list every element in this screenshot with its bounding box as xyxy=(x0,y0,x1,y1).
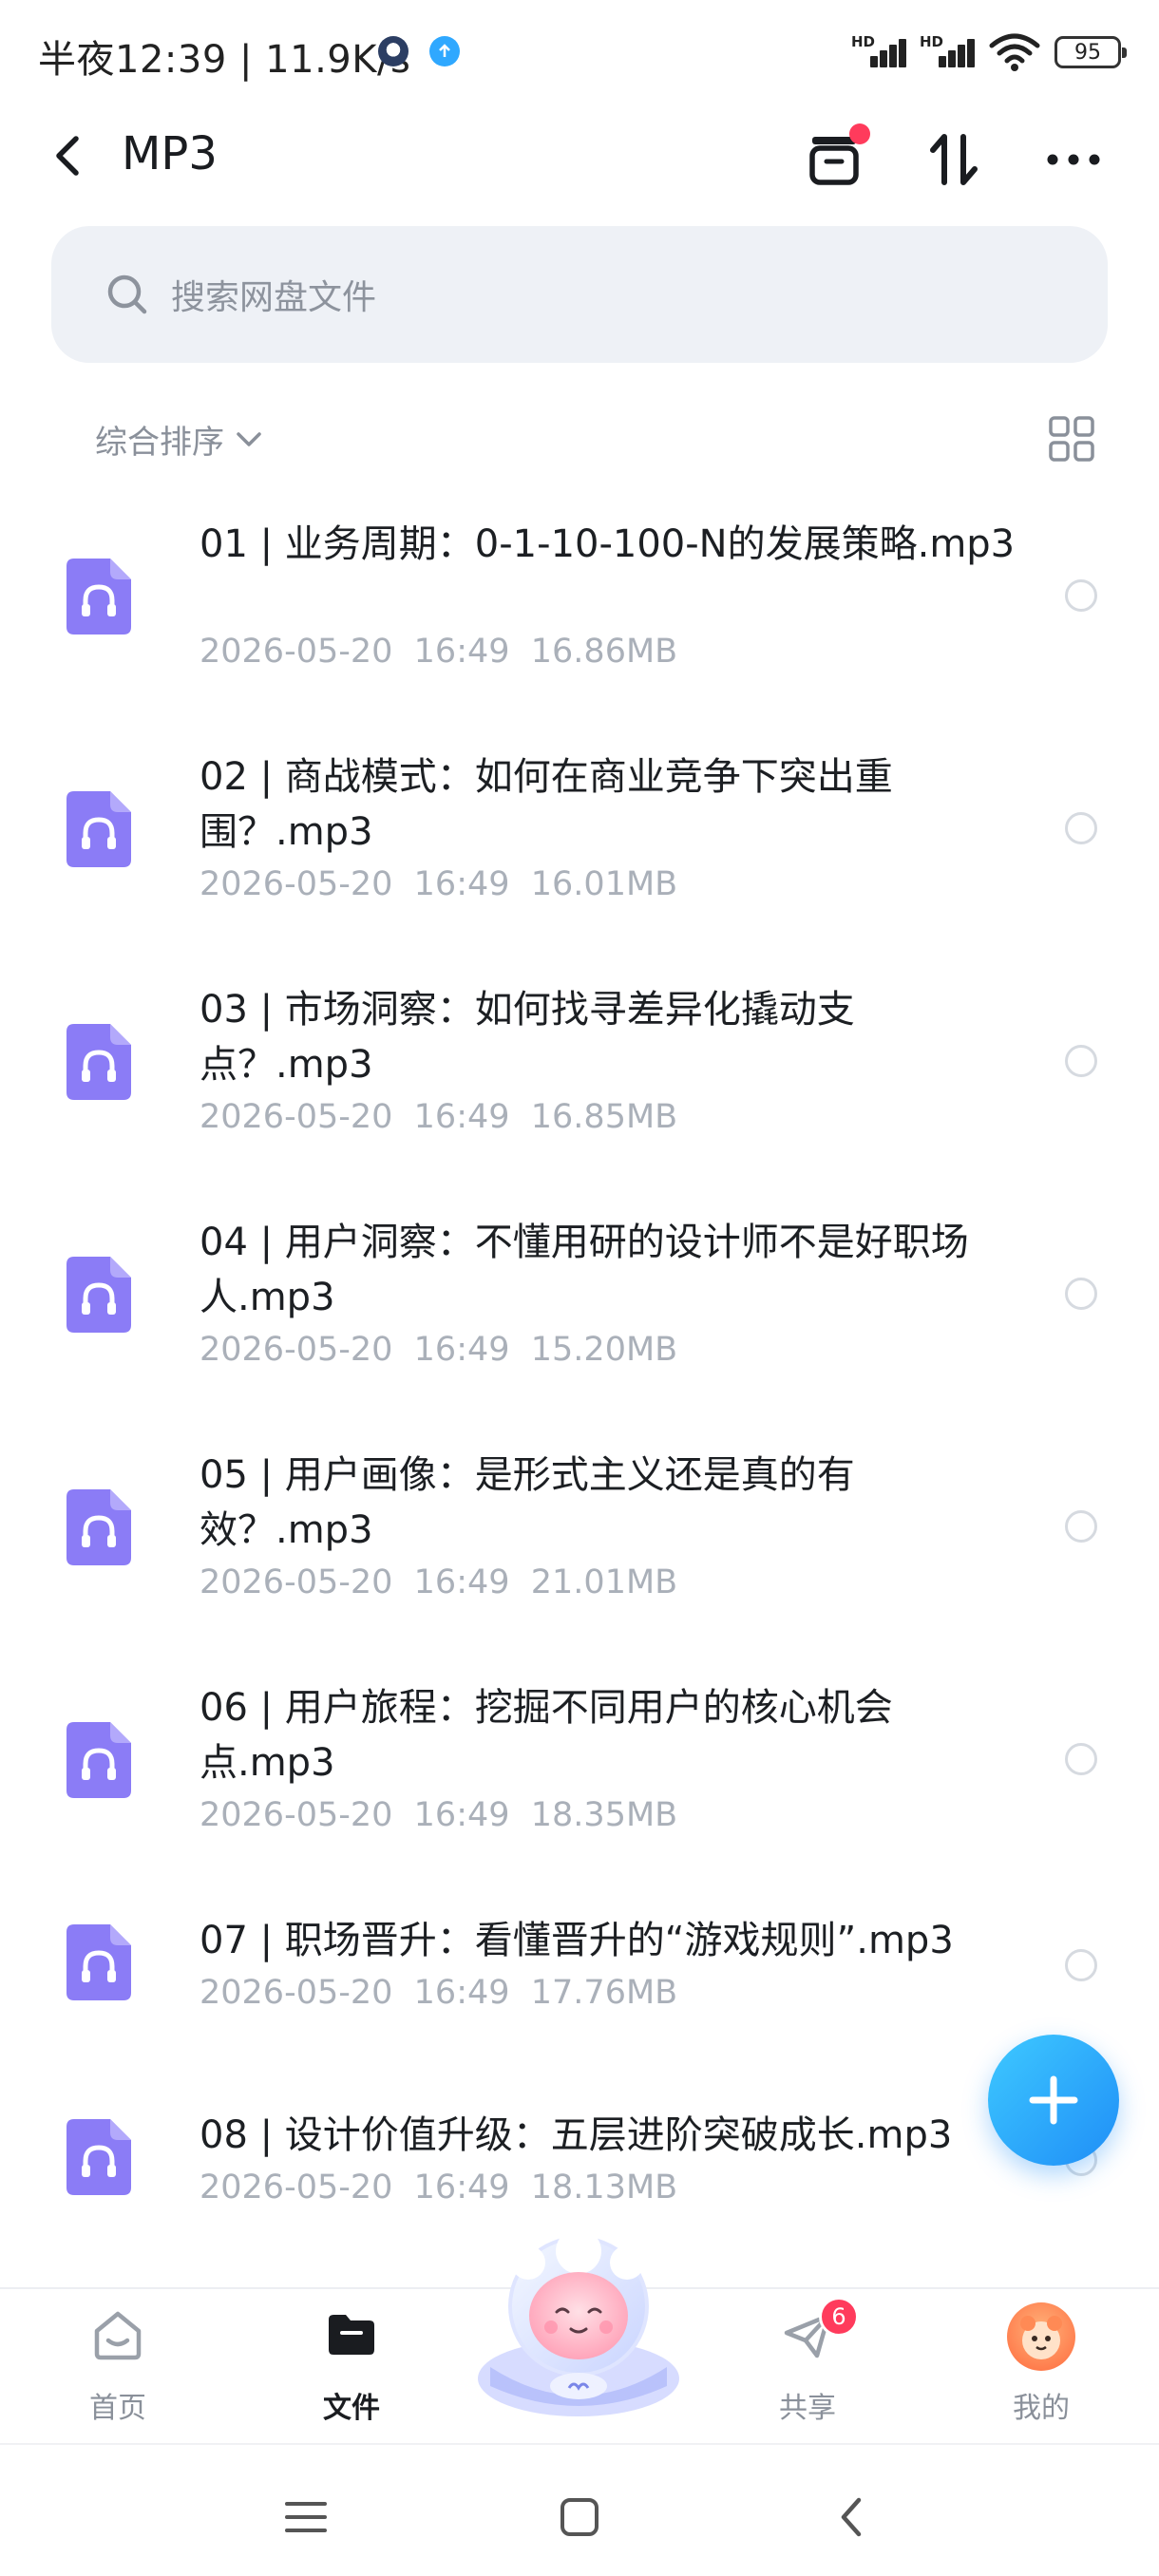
grid-view-button[interactable] xyxy=(1047,414,1096,464)
file-meta: 2026-05-20 16:49 18.13MB xyxy=(200,2169,678,2207)
system-back-button[interactable] xyxy=(813,2479,889,2555)
more-dots-icon xyxy=(1047,154,1100,165)
file-select-checkbox[interactable] xyxy=(1065,1949,1097,1981)
search-icon xyxy=(107,275,147,314)
file-name: 07 | 职场晋升：看懂晋升的“游戏规则”.mp3 xyxy=(200,1919,954,1962)
nav-share-label: 共享 xyxy=(779,2392,836,2425)
system-home-button[interactable] xyxy=(542,2479,618,2555)
file-select-checkbox[interactable] xyxy=(1065,812,1097,844)
signal-hd-label: HD xyxy=(851,33,876,50)
file-select-checkbox[interactable] xyxy=(1065,579,1097,612)
file-meta: 2026-05-20 16:49 18.35MB xyxy=(200,1796,678,1834)
home-icon xyxy=(94,2311,142,2360)
nav-home-label: 首页 xyxy=(89,2392,146,2425)
ai-assistant-mascot[interactable] xyxy=(471,2225,686,2424)
audio-file-icon xyxy=(66,1924,131,2000)
audio-file-icon xyxy=(66,2119,131,2195)
chevron-down-icon xyxy=(237,431,261,446)
status-time: 半夜12:39 | 11.9K/s xyxy=(38,38,411,82)
nav-files[interactable]: 文件 xyxy=(276,2289,428,2445)
grid-view-icon xyxy=(1049,416,1094,462)
status-bar: 半夜12:39 | 11.9K/s HD HD 95 xyxy=(0,0,1159,104)
file-item[interactable]: 05 | 用户画像：是形式主义还是真的有效？.mp3 2026-05-20 16:… xyxy=(0,1425,1159,1624)
notification-app-icon xyxy=(378,36,408,66)
transfer-arrows-icon xyxy=(930,134,978,185)
sort-dropdown[interactable]: 综合排序 xyxy=(95,416,266,463)
audio-file-icon xyxy=(66,559,131,635)
nav-me-label: 我的 xyxy=(1013,2392,1070,2425)
battery-indicator: 95 xyxy=(1054,36,1127,68)
file-meta: 2026-05-20 16:49 16.01MB xyxy=(200,865,678,903)
file-select-checkbox[interactable] xyxy=(1065,1045,1097,1077)
file-item[interactable]: 07 | 职场晋升：看懂晋升的“游戏规则”.mp3 2026-05-20 16:4… xyxy=(0,1890,1159,2023)
avatar xyxy=(1007,2302,1075,2371)
audio-file-icon xyxy=(66,1024,131,1100)
file-name: 05 | 用户画像：是形式主义还是真的有效？.mp3 xyxy=(200,1453,855,1552)
file-meta: 2026-05-20 16:49 16.86MB xyxy=(200,633,678,671)
archive-button[interactable] xyxy=(796,122,872,198)
menu-icon xyxy=(285,2502,327,2532)
top-app-bar: MP3 xyxy=(0,104,1159,209)
file-item[interactable]: 02 | 商战模式：如何在商业竞争下突出重围？.mp3 2026-05-20 16… xyxy=(0,727,1159,926)
audio-file-icon xyxy=(66,1257,131,1333)
file-select-checkbox[interactable] xyxy=(1065,1510,1097,1543)
file-meta: 2026-05-20 16:49 17.76MB xyxy=(200,1974,678,2012)
file-name: 03 | 市场洞察：如何找寻差异化撬动支点？.mp3 xyxy=(200,988,855,1087)
plus-icon xyxy=(1029,2075,1078,2125)
file-meta: 2026-05-20 16:49 15.20MB xyxy=(200,1331,678,1369)
battery-level: 95 xyxy=(1074,40,1101,65)
audio-file-icon xyxy=(66,1489,131,1565)
signal-icon-1: HD xyxy=(851,33,906,71)
transfer-button[interactable] xyxy=(916,122,992,198)
notification-upload-icon xyxy=(429,36,460,66)
add-button[interactable] xyxy=(988,2035,1119,2166)
file-meta: 2026-05-20 16:49 16.85MB xyxy=(200,1098,678,1136)
back-button[interactable] xyxy=(38,125,99,186)
file-item[interactable]: 08 | 设计价值升级：五层进阶突破成长.mp3 2026-05-20 16:49… xyxy=(0,2085,1159,2218)
system-menu-button[interactable] xyxy=(268,2479,344,2555)
folder-icon xyxy=(329,2315,374,2355)
more-button[interactable] xyxy=(1036,122,1112,198)
search-bar[interactable]: 搜索网盘文件 xyxy=(51,226,1108,363)
page-title: MP3 xyxy=(122,127,218,180)
file-item[interactable]: 03 | 市场洞察：如何找寻差异化撬动支点？.mp3 2026-05-20 16:… xyxy=(0,959,1159,1159)
file-item[interactable]: 06 | 用户旅程：挖掘不同用户的核心机会点.mp3 2026-05-20 16:… xyxy=(0,1657,1159,1857)
file-item[interactable]: 01 | 业务周期：0-1-10-100-N的发展策略.mp3 2026-05-2… xyxy=(0,494,1159,693)
file-name: 01 | 业务周期：0-1-10-100-N的发展策略.mp3 xyxy=(200,522,1016,566)
wifi-icon xyxy=(989,33,1040,71)
back-triangle-icon xyxy=(841,2497,862,2537)
back-arrow-icon xyxy=(56,136,79,176)
square-home-icon xyxy=(560,2498,598,2536)
file-meta: 2026-05-20 16:49 21.01MB xyxy=(200,1563,678,1601)
sort-row: 综合排序 xyxy=(0,407,1159,473)
share-badge: 6 xyxy=(819,2297,859,2337)
file-select-checkbox[interactable] xyxy=(1065,1743,1097,1775)
nav-share[interactable]: 6 共享 xyxy=(732,2289,884,2445)
file-name: 02 | 商战模式：如何在商业竞争下突出重围？.mp3 xyxy=(200,755,893,854)
search-placeholder: 搜索网盘文件 xyxy=(171,278,377,317)
file-name: 08 | 设计价值升级：五层进阶突破成长.mp3 xyxy=(200,2113,953,2157)
sort-label: 综合排序 xyxy=(95,424,224,462)
audio-file-icon xyxy=(66,1722,131,1798)
signal-hd-label: HD xyxy=(920,33,944,50)
file-item[interactable]: 04 | 用户洞察：不懂用研的设计师不是好职场人.mp3 2026-05-20 1… xyxy=(0,1192,1159,1392)
nav-me[interactable]: 我的 xyxy=(965,2289,1117,2445)
file-name: 06 | 用户旅程：挖掘不同用户的核心机会点.mp3 xyxy=(200,1686,893,1785)
nav-files-label: 文件 xyxy=(323,2392,380,2425)
file-select-checkbox[interactable] xyxy=(1065,1278,1097,1310)
mascot-icon xyxy=(478,2228,679,2416)
system-nav-bar xyxy=(0,2443,1159,2576)
audio-file-icon xyxy=(66,791,131,867)
signal-icon-2: HD xyxy=(920,33,975,71)
nav-home[interactable]: 首页 xyxy=(42,2289,194,2445)
notification-dot xyxy=(849,123,870,144)
file-name: 04 | 用户洞察：不懂用研的设计师不是好职场人.mp3 xyxy=(200,1221,969,1319)
